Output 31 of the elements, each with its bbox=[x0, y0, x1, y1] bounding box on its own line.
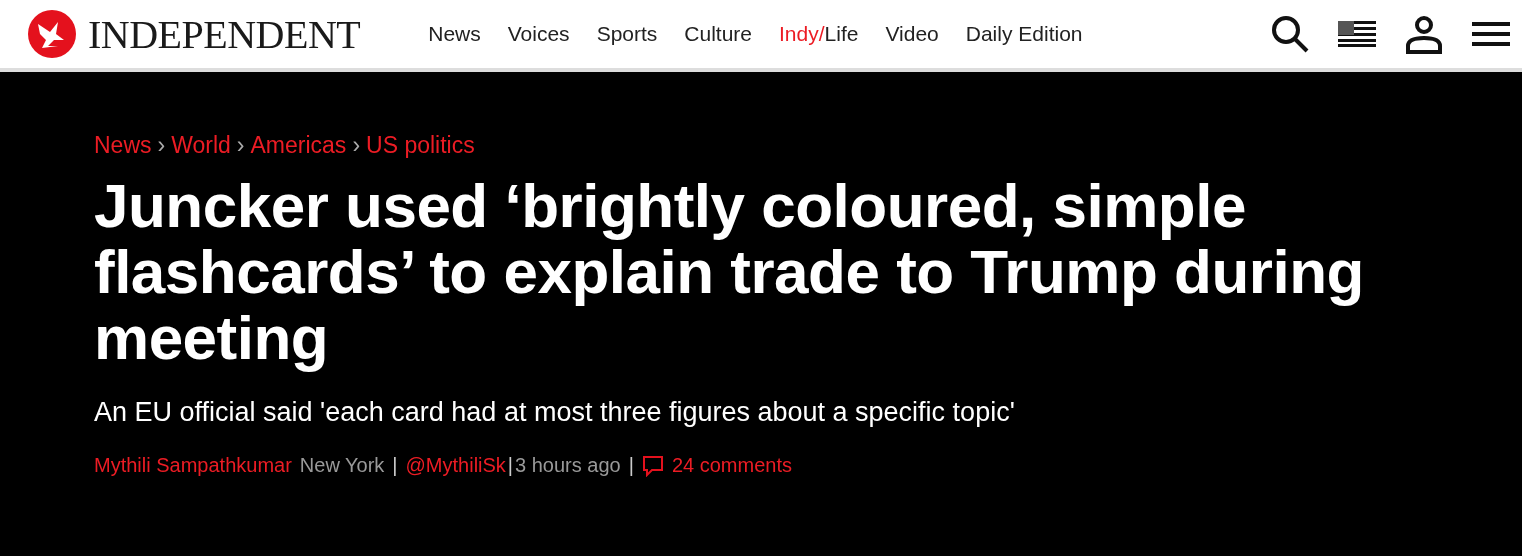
nav-link[interactable]: Voices bbox=[507, 22, 570, 46]
nav-link[interactable]: Indy/Life bbox=[779, 22, 859, 46]
breadcrumb-link[interactable]: World bbox=[171, 132, 231, 159]
comment-icon[interactable] bbox=[641, 454, 664, 477]
search-icon[interactable] bbox=[1270, 14, 1310, 54]
article-headline: Juncker used ‘brightly coloured, simple flashcards’ to explain trade to Trump during meeting bbox=[94, 173, 1365, 371]
nav-link[interactable]: Daily Edition bbox=[965, 22, 1083, 46]
meta-separator: | bbox=[507, 454, 514, 477]
nav-link[interactable]: Sports bbox=[596, 22, 658, 46]
nav-link[interactable]: News bbox=[428, 22, 481, 46]
meta-separator: | bbox=[392, 454, 398, 477]
breadcrumb-separator: › bbox=[157, 132, 166, 159]
breadcrumb-link[interactable]: US politics bbox=[366, 132, 475, 159]
menu-icon[interactable] bbox=[1472, 20, 1510, 48]
author-link[interactable]: Mythili Sampathkumar bbox=[94, 454, 292, 477]
breadcrumb-link[interactable]: News bbox=[94, 132, 152, 159]
site-logo[interactable]: INDEPENDENT bbox=[88, 10, 361, 58]
meta-separator: | bbox=[628, 454, 634, 477]
nav-link[interactable]: Video bbox=[885, 22, 939, 46]
comments-link[interactable]: 24 comments bbox=[671, 454, 792, 477]
flag-icon[interactable] bbox=[1338, 21, 1376, 47]
eagle-logo-icon[interactable] bbox=[28, 10, 76, 58]
location: New York bbox=[299, 454, 385, 477]
breadcrumb-link[interactable]: Americas bbox=[250, 132, 347, 159]
breadcrumb-separator: › bbox=[352, 132, 361, 159]
article-standfirst: An EU official said 'each card had at most three figures about a specific topic' bbox=[94, 397, 1016, 428]
twitter-link[interactable]: @MythiliSk bbox=[405, 454, 506, 477]
nav-link[interactable]: Culture bbox=[684, 22, 753, 46]
breadcrumb-separator: › bbox=[236, 132, 245, 159]
publish-time: 3 hours ago bbox=[515, 454, 621, 477]
user-icon[interactable] bbox=[1404, 14, 1444, 54]
